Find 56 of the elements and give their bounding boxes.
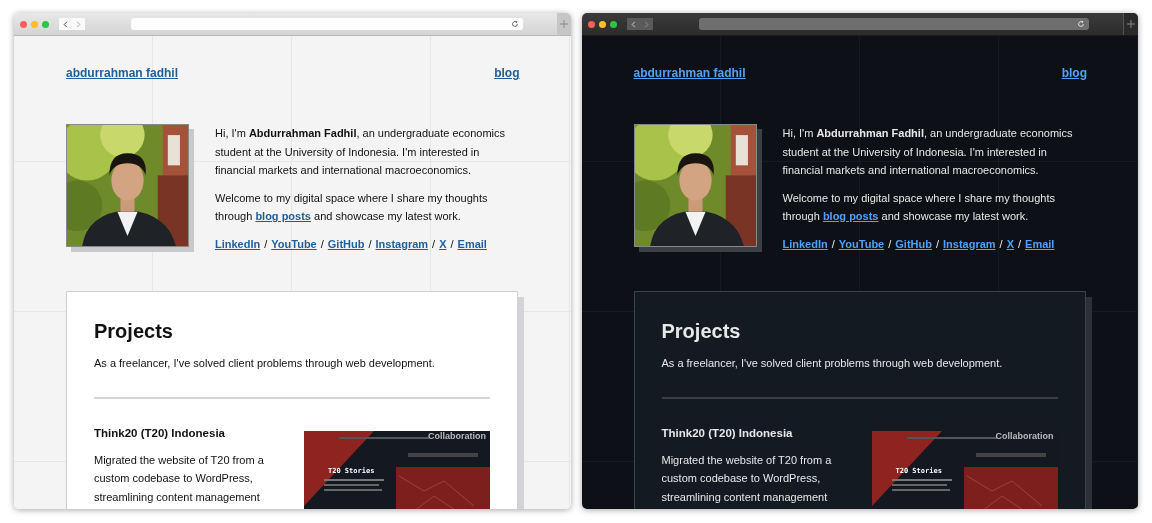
blog-link[interactable]: blog	[494, 66, 520, 80]
home-link[interactable]: abdurrahman fadhil	[66, 66, 178, 80]
screenshot-caption: Collaboration	[428, 430, 486, 441]
back-button[interactable]	[59, 18, 72, 30]
chevron-left-icon	[62, 20, 69, 28]
separator: /	[999, 236, 1003, 252]
social-link[interactable]: YouTube	[838, 234, 885, 253]
project-title: Think20 (T20) Indonesia	[661, 426, 794, 439]
social-link[interactable]: X	[439, 234, 447, 253]
reload-icon[interactable]	[510, 20, 519, 28]
blog-link[interactable]: blog	[1061, 66, 1087, 80]
separator: /	[264, 236, 268, 252]
separator: /	[1018, 236, 1022, 252]
separator: /	[888, 236, 892, 252]
back-button[interactable]	[626, 18, 640, 30]
section-description: As a freelancer, I've solved client problems through web development.	[661, 356, 1004, 369]
section-heading: Projects	[94, 319, 174, 343]
intro-paragraph: Hi, I'm Abdurrahman Fadhil, an undergraduate economics student at the University of Indonesia. I'm interested in financial markets and international macroeconomics.	[782, 126, 1074, 178]
separator: /	[935, 236, 939, 252]
address-field[interactable]	[698, 18, 1089, 30]
social-link[interactable]: YouTube	[271, 234, 317, 253]
blog-posts-link[interactable]: blog posts	[255, 210, 311, 222]
project-description: Migrated the website of T20 from a custom codebase to WordPress, streamlining content management	[94, 452, 265, 505]
chevron-right-icon	[642, 20, 650, 28]
home-link[interactable]: abdurrahman fadhil	[633, 66, 746, 80]
screenshot-caption: Collaboration	[995, 430, 1054, 441]
section-description: As a freelancer, I've solved client problems through web development.	[94, 356, 436, 369]
separator: /	[432, 236, 436, 252]
plus-icon	[559, 20, 568, 28]
new-tab-button[interactable]	[1123, 13, 1138, 35]
project-description: Migrated the website of T20 from a custom codebase to WordPress, streamlining content management	[661, 452, 833, 505]
plus-icon	[1127, 20, 1135, 28]
welcome-paragraph: Welcome to my digital space where I share my thoughts through blog posts and showcase my latest work.	[782, 190, 1056, 224]
separator: /	[831, 236, 835, 252]
separator: /	[320, 236, 324, 252]
blog-posts-link[interactable]: blog posts	[822, 210, 879, 222]
separator: /	[368, 236, 372, 252]
chevron-right-icon	[75, 20, 82, 28]
welcome-paragraph: Welcome to my digital space where I share my thoughts through blog posts and showcase my latest work.	[215, 190, 489, 224]
section-heading: Projects	[661, 319, 742, 343]
social-link[interactable]: GitHub	[895, 234, 932, 253]
forward-button[interactable]	[72, 18, 85, 30]
social-link[interactable]: LinkedIn	[782, 234, 828, 253]
social-link[interactable]: GitHub	[327, 234, 365, 253]
social-link[interactable]: Email	[457, 234, 487, 253]
chevron-left-icon	[629, 20, 637, 28]
social-link[interactable]: X	[1006, 234, 1014, 253]
social-link[interactable]: Instagram	[943, 234, 996, 253]
social-link[interactable]: LinkedIn	[215, 234, 261, 253]
project-title: Think20 (T20) Indonesia	[94, 426, 226, 439]
address-field[interactable]	[131, 18, 523, 30]
separator: /	[450, 236, 454, 252]
social-link[interactable]: Instagram	[375, 234, 429, 253]
social-link[interactable]: Email	[1025, 234, 1055, 253]
intro-paragraph: Hi, I'm Abdurrahman Fadhil, an undergraduate economics student at the University of Indonesia. I'm interested in financial markets and international macroeconomics.	[215, 126, 507, 178]
new-tab-button[interactable]	[556, 13, 571, 35]
